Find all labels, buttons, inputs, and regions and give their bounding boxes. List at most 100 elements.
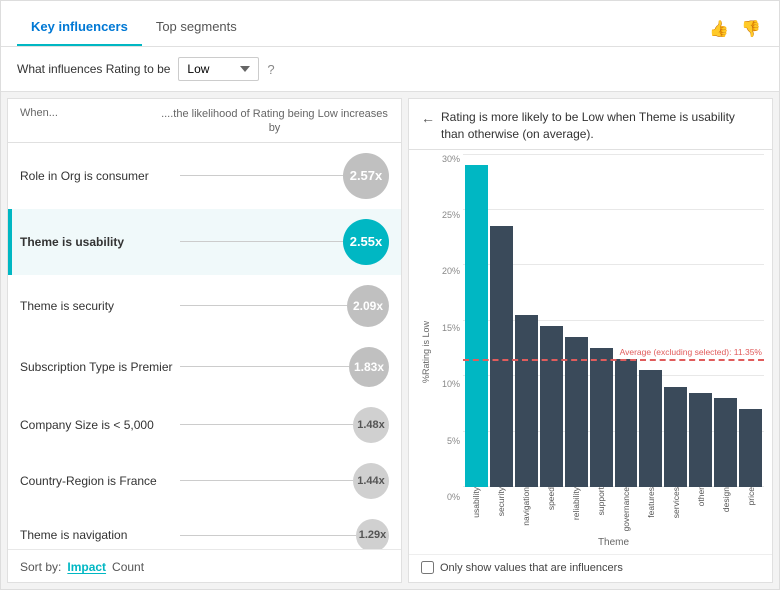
tabs: Key influencers Top segments [17,11,251,46]
filter-bar: What influences Rating to be Low Medium … [1,47,779,91]
checkbox-label[interactable]: Only show values that are influencers [440,562,623,574]
y-axis-label-container: %Rating is Low [417,154,435,550]
influencer-row[interactable]: Country-Region is France 1.44x [8,453,401,509]
influencer-line-area: 1.29x [180,519,389,549]
x-label-speed: speed [540,487,563,537]
y-tick: 15% [442,323,460,333]
x-label-features: features [639,487,662,537]
left-panel: When... ....the likelihood of Rating bei… [7,98,402,583]
chart-wrapper: %Rating is Low 30% 25% 20% 15% 10% 5% 0% [417,154,764,550]
detail-title: Rating is more likely to be Low when The… [441,109,760,143]
bar-security [490,226,513,487]
sort-count[interactable]: Count [112,560,144,574]
bar-services [664,387,687,487]
x-label-other: other [689,487,712,537]
main-content: When... ....the likelihood of Rating bei… [1,92,779,589]
influencer-label: Company Size is < 5,000 [20,418,180,432]
x-label-governance: governance [615,487,638,537]
bars-and-labels: Average (excluding selected): 11.35% [463,154,764,550]
help-icon[interactable]: ? [267,62,274,77]
x-label-design: design [714,487,737,537]
influencer-line [180,175,343,176]
selected-bar [8,209,12,275]
bubble-value: 2.57x [350,168,383,183]
x-labels: usability security navigation speed [463,487,764,537]
influencer-line [180,424,353,425]
bubble-value: 2.55x [350,234,383,249]
influencer-bubble: 1.44x [353,463,389,499]
influencer-line [180,480,353,481]
influencer-row[interactable]: Role in Org is consumer 2.57x [8,143,401,209]
col-when-label: When... [20,107,160,136]
influencer-bubble: 1.48x [353,407,389,443]
influencer-label: Theme is security [20,299,180,313]
bubble-value: 2.09x [353,299,383,313]
bar-speed [540,326,563,487]
influencers-list: Role in Org is consumer 2.57x Theme is u… [8,143,401,549]
col-likelihood-label: ....the likelihood of Rating being Low i… [160,107,389,136]
bar-col-price [739,154,762,487]
influencer-line-area: 1.48x [180,407,389,443]
bar-col-other [689,154,712,487]
influencer-line [180,305,347,306]
x-label-navigation: navigation [515,487,538,537]
influencer-line [180,366,349,367]
app-container: Key influencers Top segments 👍 👎 What in… [0,0,780,590]
bar-col-design [714,154,737,487]
influencer-bubble: 2.09x [347,285,389,327]
x-label-price: price [739,487,762,537]
header: Key influencers Top segments 👍 👎 [1,1,779,47]
detail-header: ← Rating is more likely to be Low when T… [409,99,772,149]
bar-other [689,393,712,487]
bubble-value: 1.44x [357,475,385,487]
influencer-line-area: 1.83x [180,347,389,387]
influencer-line [180,535,356,536]
influencer-line [180,241,343,242]
influencer-bubble: 2.57x [343,153,389,199]
bubble-value: 1.48x [357,419,385,431]
back-arrow-icon[interactable]: ← [421,110,435,126]
tab-key-influencers[interactable]: Key influencers [17,11,142,46]
thumbs-up-icon[interactable]: 👍 [707,17,731,41]
filter-label: What influences Rating to be [17,62,170,76]
chart-area: %Rating is Low 30% 25% 20% 15% 10% 5% 0% [409,150,772,554]
bar-col-reliability [565,154,588,487]
right-panel: ← Rating is more likely to be Low when T… [408,98,773,583]
influencer-row[interactable]: Company Size is < 5,000 1.48x [8,397,401,453]
influencer-label: Theme is navigation [20,528,180,542]
bar-col-governance [615,154,638,487]
sort-label: Sort by: [20,560,61,574]
bar-price [739,409,762,487]
y-tick: 25% [442,210,460,220]
influencers-checkbox[interactable] [421,561,434,574]
avg-label: Average (excluding selected): 11.35% [620,347,762,357]
x-label-security: security [490,487,513,537]
y-tick: 30% [442,154,460,164]
influencer-line-area: 2.55x [180,219,389,265]
bar-governance [615,359,638,487]
influencer-label: Role in Org is consumer [20,169,180,183]
sort-impact[interactable]: Impact [67,560,106,574]
bars-container: Average (excluding selected): 11.35% [463,154,764,487]
influencer-row[interactable]: Theme is navigation 1.29x [8,509,401,549]
chart-with-axes: %Rating is Low 30% 25% 20% 15% 10% 5% 0% [417,154,764,550]
y-axis: 30% 25% 20% 15% 10% 5% 0% [435,154,463,550]
filter-select[interactable]: Low Medium High [178,57,259,81]
thumbs-down-icon[interactable]: 👎 [739,17,763,41]
bar-features [639,370,662,487]
x-axis-title: Theme [463,537,764,550]
bar-col-security [490,154,513,487]
tab-top-segments[interactable]: Top segments [142,11,251,46]
y-tick: 5% [447,436,460,446]
bubble-value: 1.83x [354,360,384,374]
panel-header: When... ....the likelihood of Rating bei… [8,99,401,142]
bar-col-navigation [515,154,538,487]
bar-usability [465,165,488,487]
influencer-label: Theme is usability [20,235,180,249]
x-label-usability: usability [465,487,488,537]
influencer-row[interactable]: Subscription Type is Premier 1.83x [8,337,401,397]
influencer-row-selected[interactable]: Theme is usability 2.55x [8,209,401,275]
sort-bar: Sort by: Impact Count [8,549,401,582]
influencer-row[interactable]: Theme is security 2.09x [8,275,401,337]
bar-support [590,348,613,487]
